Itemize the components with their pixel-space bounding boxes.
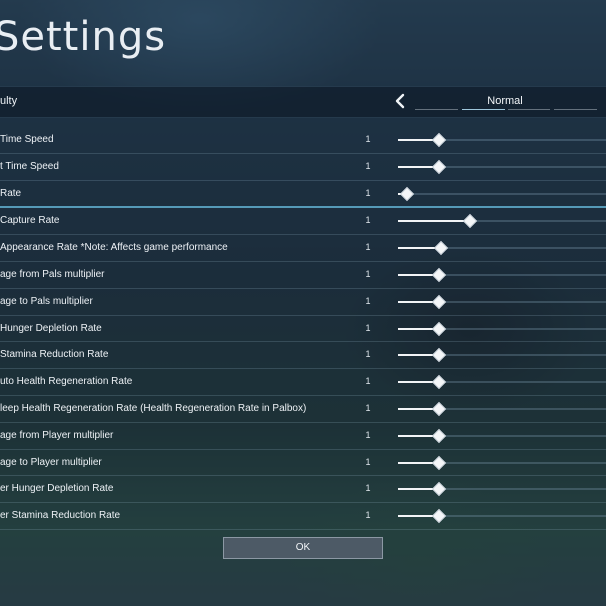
setting-label: Capture Rate (0, 215, 60, 227)
setting-row: age from Player multiplier 1 (0, 423, 606, 450)
setting-value: 1 (365, 402, 371, 413)
setting-slider[interactable] (398, 509, 606, 524)
setting-slider[interactable] (398, 482, 606, 497)
setting-value: 1 (365, 134, 371, 144)
diamond-thumb-icon[interactable] (431, 482, 447, 497)
diamond-thumb-icon[interactable] (431, 428, 447, 443)
diamond-thumb-icon[interactable] (431, 294, 447, 309)
setting-row: uto Health Regeneration Rate 1 (0, 369, 606, 396)
diamond-thumb-icon[interactable] (433, 241, 449, 256)
diamond-thumb-icon[interactable] (431, 455, 447, 470)
setting-value: 1 (365, 160, 371, 171)
setting-slider[interactable] (398, 186, 606, 201)
difficulty-segment (415, 109, 458, 110)
setting-label: Hunger Depletion Rate (0, 322, 102, 334)
setting-row: er Hunger Depletion Rate 1 (0, 476, 606, 504)
page-title: Settings (0, 14, 167, 60)
setting-row: age to Pals multiplier 1 (0, 289, 606, 316)
setting-value: 1 (365, 483, 371, 494)
setting-slider[interactable] (398, 159, 606, 174)
setting-value: 1 (365, 295, 371, 306)
diamond-thumb-icon[interactable] (431, 132, 447, 148)
setting-slider[interactable] (398, 294, 606, 309)
setting-slider[interactable] (398, 348, 606, 363)
slider-track (398, 192, 606, 195)
setting-label: Appearance Rate *Note: Affects game perf… (0, 242, 228, 254)
difficulty-value[interactable]: Normal (460, 95, 550, 107)
setting-row: leep Health Regeneration Rate (Health Re… (0, 396, 606, 423)
setting-label: age from Player multiplier (0, 429, 114, 441)
diamond-thumb-icon[interactable] (431, 321, 447, 336)
setting-slider[interactable] (398, 321, 606, 336)
diamond-thumb-icon[interactable] (431, 348, 447, 363)
setting-value: 1 (365, 242, 371, 253)
slider-fill (398, 220, 469, 223)
diamond-thumb-icon[interactable] (462, 214, 478, 229)
setting-row: age from Pals multiplier 1 (0, 262, 606, 289)
setting-label: er Hunger Depletion Rate (0, 483, 114, 495)
setting-label: uto Health Regeneration Rate (0, 376, 133, 388)
setting-value: 1 (365, 510, 371, 521)
setting-label: leep Health Regeneration Rate (Health Re… (0, 402, 307, 414)
setting-value: 1 (365, 456, 371, 467)
setting-value: 1 (365, 215, 371, 226)
setting-label: age from Pals multiplier (0, 268, 105, 280)
setting-value: 1 (365, 349, 371, 360)
setting-row: Hunger Depletion Rate 1 (0, 316, 606, 343)
setting-row: Appearance Rate *Note: Affects game perf… (0, 235, 606, 262)
setting-slider[interactable] (398, 455, 606, 470)
setting-value: 1 (365, 376, 371, 387)
diamond-thumb-icon[interactable] (431, 375, 447, 390)
setting-slider[interactable] (398, 267, 606, 283)
setting-label: Rate (0, 187, 22, 199)
difficulty-segment-active (462, 109, 505, 110)
diamond-thumb-icon[interactable] (431, 159, 447, 174)
setting-value: 1 (365, 268, 371, 279)
chevron-left-icon[interactable] (392, 91, 408, 111)
setting-value: 1 (365, 429, 371, 440)
setting-row: Time Speed 1 (0, 127, 606, 154)
setting-label: Stamina Reduction Rate (0, 349, 109, 361)
setting-label: er Stamina Reduction Rate (0, 510, 121, 522)
setting-row: Capture Rate 1 (0, 208, 606, 236)
diamond-thumb-icon[interactable] (399, 186, 415, 201)
diamond-thumb-icon[interactable] (431, 401, 447, 417)
setting-row: Stamina Reduction Rate 1 (0, 342, 606, 370)
difficulty-segment (508, 109, 550, 110)
setting-value: 1 (365, 187, 371, 198)
diamond-thumb-icon[interactable] (431, 267, 447, 283)
difficulty-row: ulty Normal (0, 86, 606, 118)
diamond-thumb-icon[interactable] (431, 509, 447, 524)
setting-slider[interactable] (398, 401, 606, 417)
setting-label: Time Speed (0, 134, 54, 145)
setting-label: age to Pals multiplier (0, 295, 93, 307)
setting-row: Rate 1 (0, 181, 606, 209)
setting-slider[interactable] (398, 375, 606, 390)
setting-slider[interactable] (398, 241, 606, 256)
setting-label: t Time Speed (0, 160, 59, 172)
difficulty-label: ulty (0, 95, 18, 107)
setting-row: t Time Speed 1 (0, 154, 606, 181)
setting-row: er Stamina Reduction Rate 1 (0, 503, 606, 530)
setting-slider[interactable] (398, 132, 606, 148)
setting-value: 1 (365, 322, 371, 333)
ok-button[interactable]: OK (223, 537, 383, 559)
setting-slider[interactable] (398, 214, 606, 229)
setting-label: age to Player multiplier (0, 456, 102, 468)
settings-list: Time Speed 1 t Time Speed 1 Rate 1 Capture Rat… (0, 127, 606, 530)
setting-row: age to Player multiplier 1 (0, 450, 606, 477)
setting-slider[interactable] (398, 428, 606, 443)
difficulty-segment (554, 109, 597, 110)
